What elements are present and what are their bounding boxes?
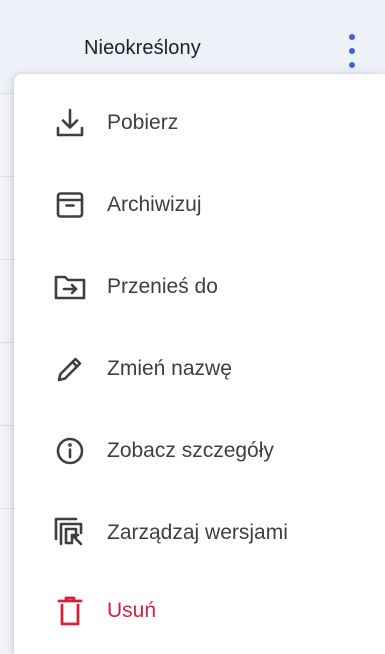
menu-item-manage-versions[interactable]: Zarządzaj wersjami bbox=[14, 492, 385, 574]
menu-item-label: Zarządzaj wersjami bbox=[107, 521, 288, 544]
menu-item-delete[interactable]: Usuń bbox=[14, 570, 385, 652]
versions-icon bbox=[50, 513, 90, 553]
context-menu: Pobierz Archiwizuj Przenieś do Zmień naz… bbox=[14, 74, 385, 654]
status-label: Nieokreślony bbox=[84, 37, 201, 59]
menu-item-rename[interactable]: Zmień nazwę bbox=[14, 328, 385, 410]
archive-icon bbox=[50, 185, 90, 225]
more-vertical-icon[interactable] bbox=[340, 31, 364, 71]
move-to-folder-icon bbox=[50, 267, 90, 307]
menu-item-label: Przenieś do bbox=[107, 275, 218, 298]
trash-icon bbox=[50, 591, 90, 631]
menu-item-download[interactable]: Pobierz bbox=[14, 82, 385, 164]
download-icon bbox=[50, 103, 90, 143]
menu-item-label: Zobacz szczegóły bbox=[107, 439, 274, 462]
menu-item-label: Usuń bbox=[107, 599, 157, 622]
menu-item-label: Zmień nazwę bbox=[107, 357, 232, 380]
info-icon bbox=[50, 431, 90, 471]
pencil-icon bbox=[50, 349, 90, 389]
menu-item-details[interactable]: Zobacz szczegóły bbox=[14, 410, 385, 492]
menu-item-move-to[interactable]: Przenieś do bbox=[14, 246, 385, 328]
menu-item-label: Pobierz bbox=[107, 111, 179, 134]
menu-item-archive[interactable]: Archiwizuj bbox=[14, 164, 385, 246]
menu-item-label: Archiwizuj bbox=[107, 193, 202, 216]
